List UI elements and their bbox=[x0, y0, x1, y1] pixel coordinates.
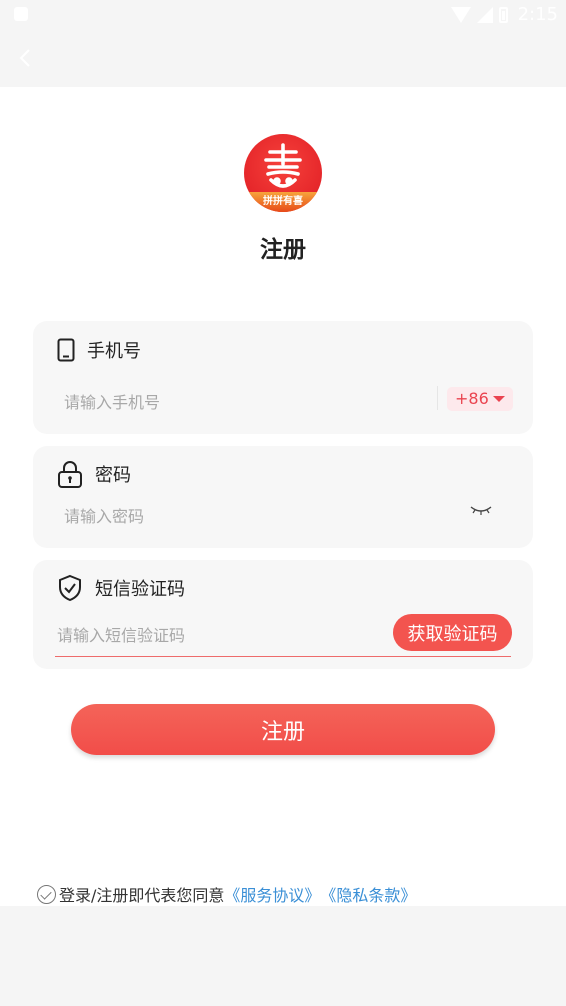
page-title: 注册 bbox=[260, 237, 306, 263]
phone-input[interactable]: 请输入手机号 bbox=[64, 389, 160, 413]
password-field-header: 密码 bbox=[57, 460, 131, 488]
sms-field-header: 短信验证码 bbox=[57, 574, 185, 602]
logo-band-text: 拼拼有喜 bbox=[263, 196, 303, 207]
status-time: 2:15 bbox=[517, 4, 558, 25]
back-icon[interactable] bbox=[14, 44, 38, 72]
password-input[interactable]: 请输入密码 bbox=[64, 503, 144, 527]
get-code-button[interactable]: 获取验证码 bbox=[393, 614, 512, 651]
agreement-row: 登录/注册即代表您同意 《服务协议》 《隐私条款》 bbox=[37, 882, 416, 906]
nav-bar bbox=[0, 32, 566, 87]
sms-input-underline bbox=[55, 656, 511, 657]
wifi-icon bbox=[450, 6, 471, 23]
sms-input[interactable]: 请输入短信验证码 bbox=[57, 622, 185, 646]
privacy-policy-link[interactable]: 《隐私条款》 bbox=[320, 882, 416, 906]
register-button[interactable]: 注册 bbox=[71, 704, 495, 755]
shield-check-icon bbox=[59, 574, 81, 602]
phone-card: 手机号 请输入手机号 +86 bbox=[33, 321, 533, 434]
signal-icon bbox=[476, 6, 493, 23]
bottom-area bbox=[0, 906, 566, 1006]
app-logo: 拼拼有喜 bbox=[244, 134, 322, 212]
service-agreement-link[interactable]: 《服务协议》 bbox=[224, 882, 320, 906]
sms-label: 短信验证码 bbox=[95, 579, 185, 600]
check-circle-icon[interactable] bbox=[37, 884, 56, 904]
logo-band: 拼拼有喜 bbox=[244, 192, 322, 212]
phone-label: 手机号 bbox=[87, 341, 141, 362]
prefix-divider bbox=[437, 386, 438, 410]
status-icons: 2:15 bbox=[450, 4, 558, 25]
country-code-value: +86 bbox=[455, 389, 489, 408]
agreement-text: 登录/注册即代表您同意 bbox=[59, 886, 225, 905]
battery-icon bbox=[498, 6, 508, 23]
country-code-select[interactable]: +86 bbox=[447, 387, 513, 411]
phone-field-header: 手机号 bbox=[57, 337, 141, 363]
dropdown-caret-icon bbox=[492, 396, 505, 402]
status-bar: 2:15 bbox=[0, 0, 566, 32]
eye-closed-icon[interactable] bbox=[469, 504, 493, 516]
sms-card: 短信验证码 请输入短信验证码 获取验证码 bbox=[33, 560, 533, 669]
lock-icon bbox=[58, 461, 82, 488]
notification-icon bbox=[14, 7, 28, 21]
password-card: 密码 请输入密码 bbox=[33, 446, 533, 548]
phone-icon bbox=[57, 338, 75, 362]
password-label: 密码 bbox=[95, 465, 131, 486]
